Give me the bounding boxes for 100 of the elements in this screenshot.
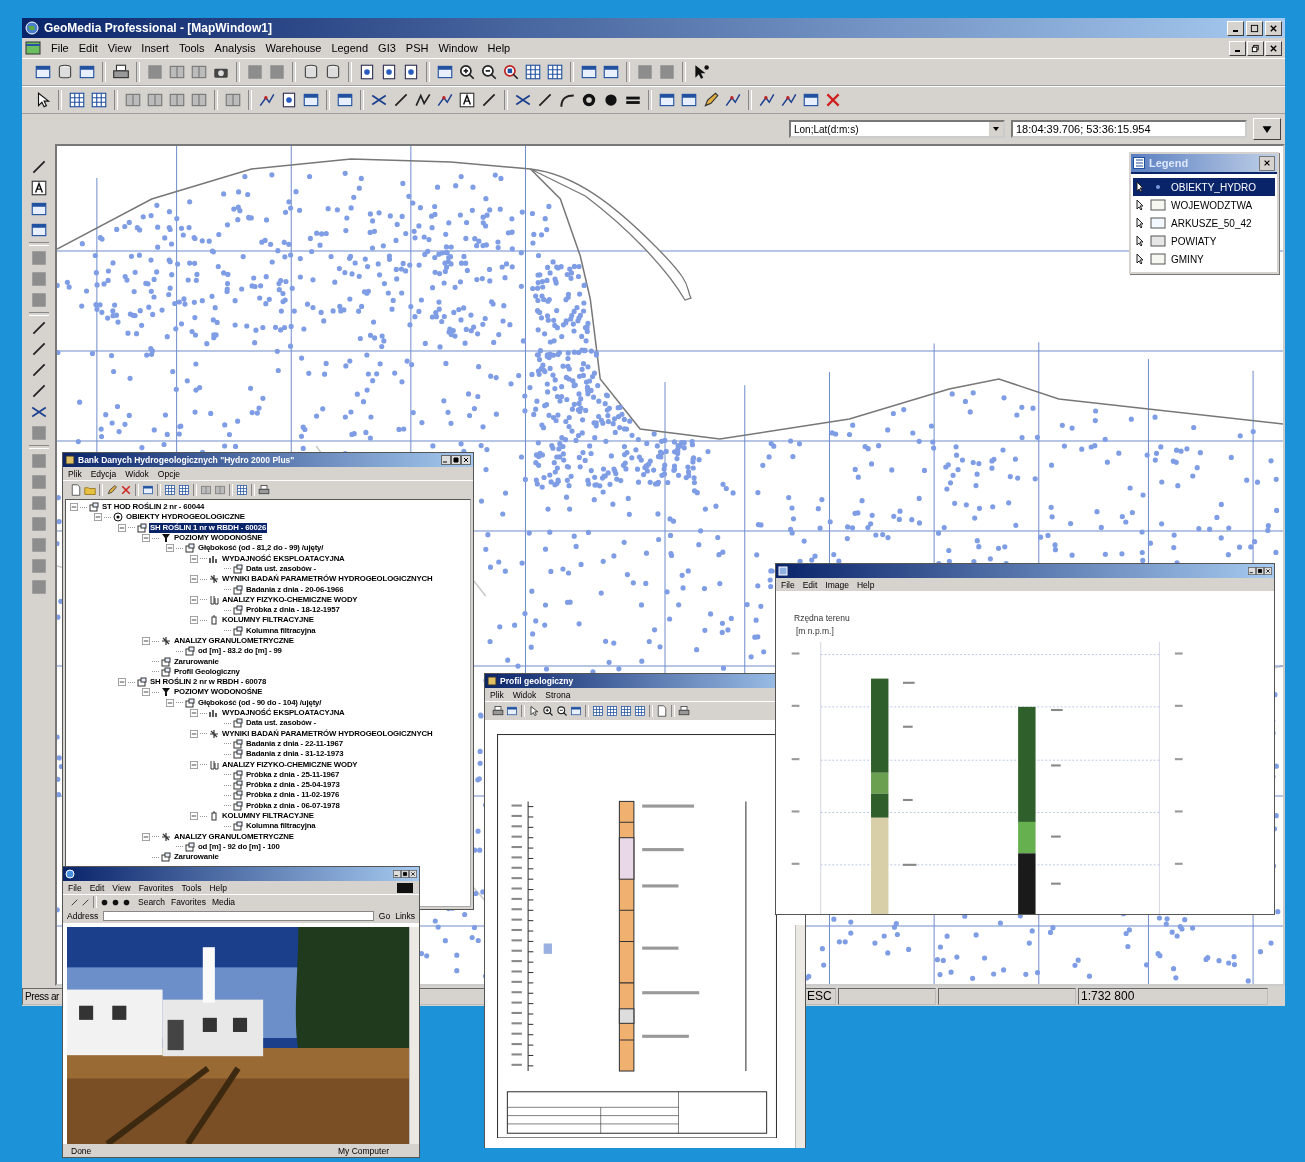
layout-icon[interactable] bbox=[168, 63, 186, 81]
grid-icon[interactable] bbox=[236, 484, 248, 496]
window-icon[interactable] bbox=[29, 221, 48, 239]
menu-item[interactable]: Plik bbox=[490, 689, 504, 700]
menu-item[interactable]: View bbox=[102, 42, 137, 54]
collapse-icon[interactable] bbox=[166, 544, 174, 553]
help-page-icon[interactable] bbox=[380, 63, 398, 81]
window-icon[interactable] bbox=[506, 705, 518, 717]
curve-icon[interactable] bbox=[558, 91, 576, 109]
collapse-icon[interactable] bbox=[190, 595, 198, 604]
collapse-icon[interactable] bbox=[94, 513, 102, 522]
window-icon[interactable] bbox=[602, 63, 620, 81]
minimize-button[interactable] bbox=[1227, 20, 1244, 36]
dropdown-button[interactable] bbox=[1253, 118, 1281, 140]
line-icon[interactable] bbox=[81, 897, 90, 907]
window-icon[interactable] bbox=[142, 484, 154, 496]
menu-item[interactable]: Window bbox=[433, 42, 483, 54]
printer-icon[interactable] bbox=[112, 63, 130, 81]
pointer-icon[interactable] bbox=[528, 705, 540, 717]
polyline-icon[interactable] bbox=[724, 91, 742, 109]
collapse-icon[interactable] bbox=[142, 637, 150, 645]
polyline-icon[interactable] bbox=[436, 91, 454, 109]
menu-item[interactable]: Edit bbox=[802, 579, 818, 590]
menu-item[interactable]: Edit bbox=[73, 42, 103, 54]
layer-item[interactable]: OBIEKTY_HYDRO bbox=[1133, 178, 1275, 196]
new-document-icon[interactable] bbox=[656, 705, 668, 717]
minimize-button[interactable] bbox=[1229, 40, 1246, 56]
collapse-icon[interactable] bbox=[142, 534, 150, 543]
grid-icon[interactable] bbox=[68, 91, 86, 109]
printer-icon[interactable] bbox=[258, 484, 270, 496]
menu-item[interactable]: Widok bbox=[125, 468, 149, 479]
menu-item[interactable]: Opcje bbox=[157, 468, 181, 479]
line-icon[interactable] bbox=[480, 91, 498, 109]
collapse-icon[interactable] bbox=[118, 678, 126, 687]
layer-item[interactable]: ARKUSZE_50_42 bbox=[1133, 214, 1275, 232]
window-icon[interactable] bbox=[802, 91, 820, 109]
zoom-fit-icon[interactable] bbox=[502, 63, 520, 81]
menu-item[interactable]: Edycja bbox=[90, 468, 117, 479]
menu-item[interactable]: Strona bbox=[545, 689, 571, 700]
line-icon[interactable] bbox=[70, 897, 79, 907]
window-icon[interactable] bbox=[78, 63, 96, 81]
toolbar-button[interactable]: Search bbox=[138, 897, 165, 907]
coordinates-field[interactable]: 18:04:39.706; 53:36:15.954 bbox=[1011, 120, 1247, 138]
menu-item[interactable]: Edit bbox=[89, 882, 105, 893]
menu-item[interactable]: File bbox=[781, 579, 795, 590]
menu-item[interactable]: Analysis bbox=[209, 42, 261, 54]
collapse-icon[interactable] bbox=[190, 709, 198, 718]
window-icon[interactable] bbox=[658, 91, 676, 109]
layout-icon[interactable] bbox=[124, 91, 142, 109]
scrollbar[interactable] bbox=[409, 927, 419, 1144]
menu-item[interactable]: Image bbox=[825, 579, 849, 590]
menu-item[interactable]: Tools bbox=[173, 42, 210, 54]
help-page-icon[interactable] bbox=[402, 63, 420, 81]
delete-icon[interactable] bbox=[120, 484, 132, 496]
close-button[interactable] bbox=[1259, 155, 1275, 171]
menu-item[interactable]: File bbox=[46, 42, 74, 54]
address-field[interactable] bbox=[103, 911, 374, 921]
collapse-icon[interactable] bbox=[190, 729, 198, 738]
polyline-icon[interactable] bbox=[758, 91, 776, 109]
menu-item[interactable]: Help bbox=[857, 579, 875, 590]
window-icon[interactable] bbox=[29, 200, 48, 218]
help-page-icon[interactable] bbox=[280, 91, 298, 109]
line-icon[interactable] bbox=[536, 91, 554, 109]
collapse-icon[interactable] bbox=[190, 760, 198, 769]
printer-icon[interactable] bbox=[492, 705, 504, 717]
menu-item[interactable]: Legend bbox=[326, 42, 374, 54]
menu-item[interactable]: PSH bbox=[400, 42, 434, 54]
grid-icon[interactable] bbox=[178, 484, 190, 496]
menu-item[interactable]: GI3 bbox=[373, 42, 401, 54]
menu-item[interactable]: Favorites bbox=[138, 882, 174, 893]
go-button[interactable]: Go bbox=[378, 911, 391, 921]
polyline-icon[interactable] bbox=[258, 91, 276, 109]
line-icon[interactable] bbox=[392, 91, 410, 109]
collapse-icon[interactable] bbox=[190, 812, 198, 821]
grid-icon[interactable] bbox=[606, 705, 618, 717]
collapse-icon[interactable] bbox=[190, 575, 198, 584]
printer-icon[interactable] bbox=[678, 705, 690, 717]
collapse-icon[interactable] bbox=[118, 523, 126, 532]
grid-icon[interactable] bbox=[620, 705, 632, 717]
window-icon[interactable] bbox=[580, 63, 598, 81]
delete-icon[interactable] bbox=[824, 91, 842, 109]
zoom-out-icon[interactable] bbox=[556, 705, 568, 717]
menu-item[interactable]: View bbox=[112, 882, 131, 893]
window-icon[interactable] bbox=[570, 705, 582, 717]
grid-icon[interactable] bbox=[90, 91, 108, 109]
links-button[interactable]: Links bbox=[395, 911, 415, 921]
collapse-icon[interactable] bbox=[190, 616, 198, 625]
layout-icon[interactable] bbox=[146, 91, 164, 109]
database-icon[interactable] bbox=[56, 63, 74, 81]
dot-icon[interactable] bbox=[111, 897, 120, 907]
window-icon[interactable] bbox=[34, 63, 52, 81]
text-icon[interactable] bbox=[458, 91, 476, 109]
collapse-icon[interactable] bbox=[190, 554, 198, 563]
zigzag-icon[interactable] bbox=[414, 91, 432, 109]
window-buttons-icon[interactable] bbox=[1248, 567, 1272, 575]
menu-item[interactable]: Plik bbox=[68, 468, 82, 479]
text-icon[interactable] bbox=[29, 179, 48, 197]
layer-item[interactable]: GMINY bbox=[1133, 250, 1275, 268]
scrollbar[interactable] bbox=[795, 925, 805, 1149]
menu-item[interactable]: File bbox=[68, 882, 82, 893]
